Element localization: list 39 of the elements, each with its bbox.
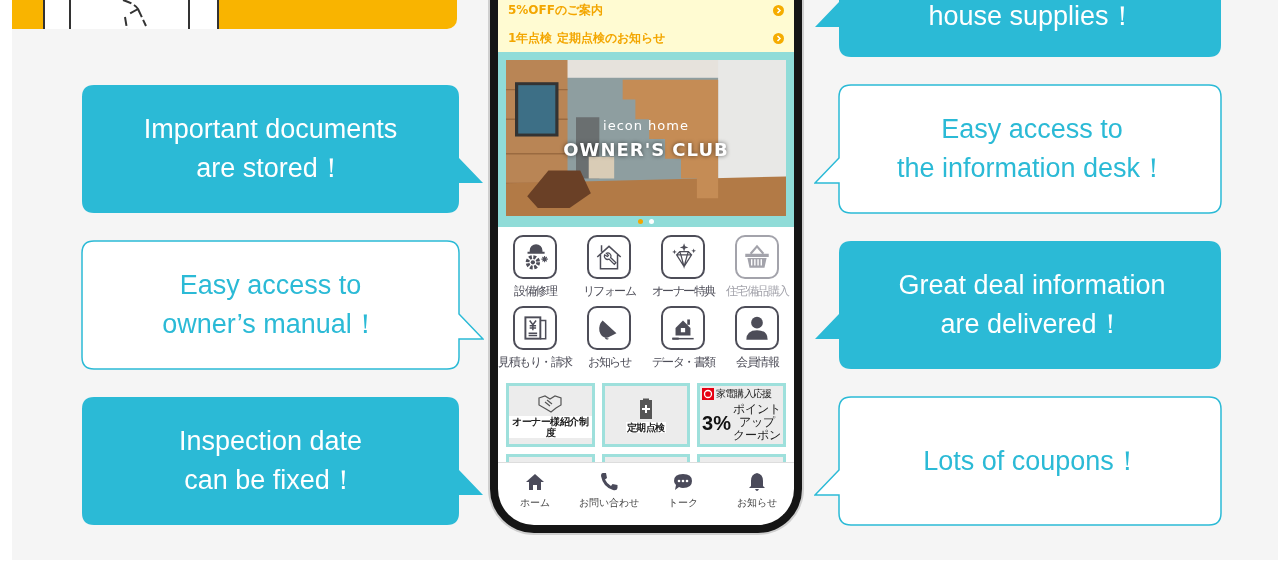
coupon-caption: 家電購入応援 — [716, 387, 772, 401]
tile-label: オーナー様紹介制度 — [509, 416, 592, 438]
home-icon — [524, 471, 546, 493]
coupon-note: ポイント — [733, 403, 781, 416]
carousel-dot[interactable] — [638, 219, 643, 224]
callout-text: Great deal information are delivered！ — [898, 269, 1166, 341]
callout-text: Lots of coupons！ — [923, 444, 1141, 478]
nav-tab[interactable]: ホーム — [498, 471, 572, 510]
menu-tile[interactable] — [601, 454, 691, 462]
menu-item[interactable]: データ・書類 — [646, 306, 720, 371]
phone-icon — [598, 471, 620, 493]
logo-icon — [702, 388, 715, 400]
coupon-note: クーポン — [733, 429, 781, 442]
carousel-dot[interactable] — [649, 219, 654, 224]
callout-text: house supplies！ — [928, 0, 1136, 33]
menu-tile[interactable]: 定期点検 — [601, 383, 691, 447]
coupon-value: 3% — [702, 410, 731, 436]
menu-item[interactable]: お知らせ — [572, 306, 646, 371]
chat-icon — [672, 471, 694, 493]
nav-tab[interactable]: お問い合わせ — [572, 471, 646, 510]
menu-item[interactable]: 設備修理 — [498, 235, 572, 300]
nav-tab[interactable]: トーク — [646, 471, 720, 510]
banner-brand: iecon home — [603, 118, 689, 133]
menu-item[interactable]: リフォーム — [572, 235, 646, 300]
callout-text: Important documents are stored！ — [143, 113, 398, 185]
callout-text: Easy access to owner’s manual！ — [162, 269, 379, 341]
menu-tile[interactable] — [697, 454, 786, 462]
menu-tile[interactable]: オーナー様紹介制度 — [506, 383, 595, 447]
menu-item[interactable]: 見積もり・請求 — [498, 306, 572, 371]
tile-label: 定期点検 — [625, 421, 666, 433]
nav-tab[interactable]: お知らせ — [720, 471, 794, 510]
menu-item[interactable]: オーナー特典 — [646, 235, 720, 300]
menu-tile[interactable] — [506, 454, 595, 462]
chevron-icon — [773, 4, 784, 16]
callout-text: Easy access to the information desk！ — [896, 113, 1168, 185]
coupon-note: アップ — [739, 416, 776, 429]
chevron-icon — [773, 32, 784, 44]
menu-item[interactable]: 会員情報 — [720, 306, 794, 371]
callout-text: Inspection date can be fixed！ — [178, 425, 363, 497]
